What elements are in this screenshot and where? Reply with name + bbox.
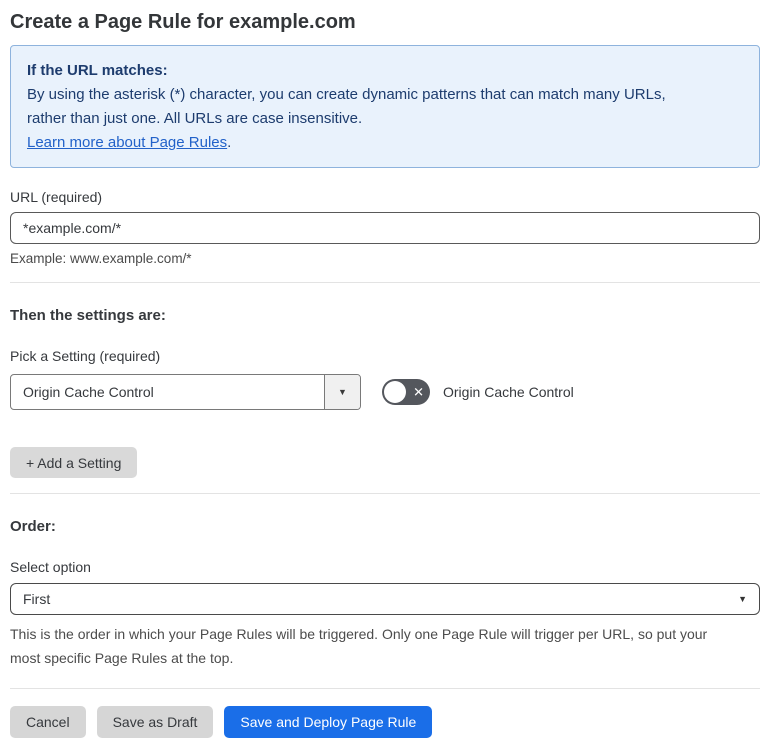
- url-example-text: Example: www.example.com/*: [10, 251, 192, 266]
- pick-setting-label: Pick a Setting (required): [10, 348, 161, 364]
- setting-row: Origin Cache Control ▼ ✕ Origin Cache Co…: [10, 374, 760, 410]
- setting-select[interactable]: Origin Cache Control ▼: [10, 374, 361, 410]
- order-section-heading: Order:: [10, 518, 56, 535]
- divider: [10, 688, 760, 689]
- url-match-info-box: If the URL matches: By using the asteris…: [10, 45, 760, 168]
- divider: [10, 282, 760, 283]
- divider: [10, 493, 760, 494]
- url-input[interactable]: [10, 212, 760, 244]
- chevron-down-icon: ▼: [738, 594, 747, 604]
- settings-section-heading: Then the settings are:: [10, 307, 166, 324]
- save-as-draft-button[interactable]: Save as Draft: [96, 706, 214, 738]
- cancel-button[interactable]: Cancel: [10, 706, 86, 738]
- info-box-body-line1: By using the asterisk (*) character, you…: [27, 86, 666, 103]
- order-select-value: First: [23, 591, 51, 607]
- create-page-rule-form: Create a Page Rule for example.com If th…: [0, 0, 770, 738]
- origin-cache-control-toggle[interactable]: ✕: [382, 379, 430, 405]
- info-box-heading: If the URL matches:: [27, 62, 168, 79]
- toggle-knob: [384, 381, 406, 403]
- info-box-link-line: Learn more about Page Rules.: [27, 131, 743, 155]
- learn-more-link[interactable]: Learn more about Page Rules: [27, 134, 227, 151]
- chevron-down-icon: ▼: [338, 387, 347, 397]
- order-select[interactable]: First ▼: [10, 583, 760, 615]
- order-select-label: Select option: [10, 559, 91, 575]
- info-box-body-line2: rather than just one. All URLs are case …: [27, 110, 363, 127]
- order-help-line2: most specific Page Rules at the top.: [10, 650, 234, 666]
- setting-select-value: Origin Cache Control: [23, 384, 154, 400]
- url-field-label: URL (required): [10, 189, 103, 205]
- toggle-off-x-icon: ✕: [413, 384, 424, 400]
- form-actions: Cancel Save as Draft Save and Deploy Pag…: [10, 706, 760, 738]
- order-help-line1: This is the order in which your Page Rul…: [10, 626, 708, 642]
- setting-select-arrow-button[interactable]: ▼: [324, 375, 360, 409]
- toggle-label: Origin Cache Control: [443, 384, 574, 400]
- order-help-text: This is the order in which your Page Rul…: [10, 622, 760, 670]
- page-title: Create a Page Rule for example.com: [10, 11, 356, 33]
- link-period: .: [227, 134, 232, 151]
- save-and-deploy-button[interactable]: Save and Deploy Page Rule: [224, 706, 433, 738]
- add-setting-button[interactable]: + Add a Setting: [10, 447, 138, 478]
